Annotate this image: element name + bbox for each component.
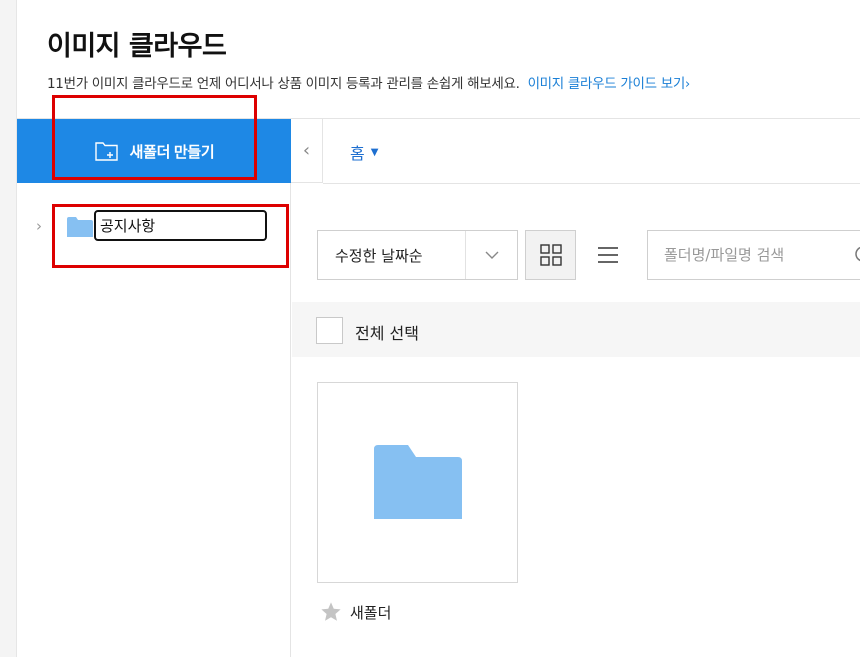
page-title: 이미지 클라우드	[47, 31, 227, 62]
collapse-sidebar-button[interactable]: ‹	[291, 119, 323, 183]
breadcrumb-home: 홈	[350, 144, 365, 163]
folder-plus-icon	[94, 142, 118, 161]
page-subtitle: 11번가 이미지 클라우드로 언제 어디서나 상품 이미지 등록과 관리를 손쉽…	[47, 72, 690, 92]
chevron-right-icon[interactable]: ›	[36, 217, 42, 235]
folder-name: 새폴더	[350, 604, 392, 622]
search-input[interactable]	[648, 233, 838, 277]
folder-icon	[374, 445, 462, 519]
left-edge-strip	[0, 0, 17, 657]
sort-selected-value: 수정한 날짜순	[335, 246, 423, 265]
subtitle-text: 11번가 이미지 클라우드로 언제 어디서나 상품 이미지 등록과 관리를 손쉽…	[47, 76, 520, 92]
star-icon[interactable]	[320, 601, 342, 623]
folder-rename-input[interactable]	[94, 210, 267, 241]
guide-link[interactable]: 이미지 클라우드 가이드 보기›	[527, 76, 691, 92]
chevron-left-icon: ‹	[302, 140, 311, 161]
folder-icon	[67, 217, 93, 237]
grid-view-button[interactable]	[525, 230, 576, 280]
caret-down-icon: ▼	[370, 146, 379, 158]
breadcrumb[interactable]: 홈 ▼	[350, 140, 378, 164]
chevron-right-icon: ›	[684, 77, 690, 92]
new-folder-label: 새폴더 만들기	[129, 143, 215, 161]
grid-icon	[539, 244, 562, 266]
select-all-label: 전체 선택	[355, 324, 419, 343]
new-folder-button[interactable]: 새폴더 만들기	[17, 119, 291, 183]
tree-item[interactable]: ›	[17, 210, 291, 243]
content-divider	[323, 183, 860, 184]
chevron-down-icon	[465, 231, 517, 279]
search-box	[647, 230, 860, 280]
guide-link-label: 이미지 클라우드 가이드 보기	[527, 76, 686, 92]
select-all-checkbox[interactable]	[316, 317, 343, 344]
list-icon	[598, 247, 618, 263]
search-icon[interactable]	[854, 245, 860, 265]
list-view-button[interactable]	[584, 230, 632, 280]
folder-sidebar: 새폴더 만들기 ›	[17, 119, 291, 657]
sort-select[interactable]: 수정한 날짜순	[317, 230, 518, 280]
folder-card[interactable]	[317, 382, 518, 583]
